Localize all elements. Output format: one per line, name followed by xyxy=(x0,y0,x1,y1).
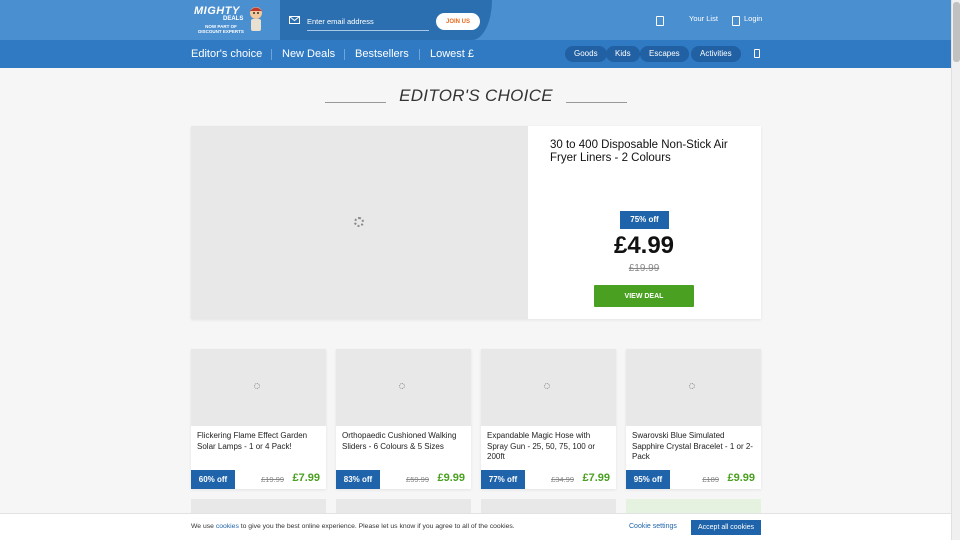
loading-spinner-icon xyxy=(354,217,364,227)
deal-price: £9.99 xyxy=(437,472,465,484)
pill-escapes[interactable]: Escapes xyxy=(640,46,689,62)
deal-price: £7.99 xyxy=(582,472,610,484)
discount-badge: 95% off xyxy=(626,470,670,489)
featured-price: £4.99 xyxy=(613,232,675,259)
nav-divider xyxy=(271,49,272,60)
deal-image[interactable] xyxy=(626,349,761,426)
deal-card[interactable]: Flickering Flame Effect Garden Solar Lam… xyxy=(191,349,326,489)
pill-activities[interactable]: Activities xyxy=(691,46,741,62)
nav-divider xyxy=(344,49,345,60)
search-icon[interactable] xyxy=(754,49,760,58)
deal-price: £9.99 xyxy=(727,472,755,484)
featured-deal[interactable]: 30 to 400 Disposable Non-Stick Air Fryer… xyxy=(191,126,761,319)
logo-tagline: NOW PART OF DISCOUNT EXPERTS xyxy=(198,24,244,34)
user-icon[interactable] xyxy=(732,16,740,26)
deal-image[interactable] xyxy=(336,349,471,426)
was-price: £19.99 xyxy=(261,475,284,484)
deal-title[interactable]: Flickering Flame Effect Garden Solar Lam… xyxy=(197,431,321,452)
deal-card[interactable]: Orthopaedic Cushioned Walking Sliders - … xyxy=(336,349,471,489)
featured-deal-image[interactable] xyxy=(191,126,528,319)
mighty-deals-logo[interactable]: MIGHTY DEALS NOW PART OF DISCOUNT EXPERT… xyxy=(194,4,266,36)
nav-editors-choice[interactable]: Editor's choice xyxy=(191,48,262,60)
deal-title[interactable]: Swarovski Blue Simulated Sapphire Crysta… xyxy=(632,431,756,463)
logo-line4: DISCOUNT EXPERTS xyxy=(198,29,244,34)
newsletter-panel: JOIN US xyxy=(280,0,492,40)
cookie-banner: We use cookies to give you the best onli… xyxy=(0,513,951,540)
loading-spinner-icon xyxy=(689,383,695,389)
pill-goods[interactable]: Goods xyxy=(565,46,607,62)
was-price: £59.99 xyxy=(406,475,429,484)
heading-rule-left xyxy=(325,102,386,103)
was-price: £189 xyxy=(702,475,719,484)
nav-bestsellers[interactable]: Bestsellers xyxy=(355,48,409,60)
page-title: EDITOR'S CHOICE xyxy=(399,86,553,105)
deal-title[interactable]: Orthopaedic Cushioned Walking Sliders - … xyxy=(342,431,466,452)
top-header: MIGHTY DEALS NOW PART OF DISCOUNT EXPERT… xyxy=(0,0,951,40)
accept-cookies-button[interactable]: Accept all cookies xyxy=(691,520,761,535)
section-heading: EDITOR'S CHOICE xyxy=(325,86,627,108)
envelope-icon xyxy=(289,16,300,24)
cookie-settings-link[interactable]: Cookie settings xyxy=(629,523,677,530)
deal-price: £7.99 xyxy=(292,472,320,484)
cookies-link[interactable]: cookies xyxy=(216,523,239,530)
scrollbar-thumb[interactable] xyxy=(953,2,960,62)
view-deal-button[interactable]: VIEW DEAL xyxy=(594,285,694,307)
cookie-text-pre: We use xyxy=(191,523,216,530)
category-nav: Editor's choice New Deals Bestsellers Lo… xyxy=(0,40,951,68)
nav-divider xyxy=(419,49,420,60)
discount-badge: 77% off xyxy=(481,470,525,489)
featured-was-price: £19.99 xyxy=(628,263,660,274)
discount-badge: 60% off xyxy=(191,470,235,489)
loading-spinner-icon xyxy=(254,383,260,389)
nav-new-deals[interactable]: New Deals xyxy=(282,48,335,60)
featured-deal-title[interactable]: 30 to 400 Disposable Non-Stick Air Fryer… xyxy=(550,139,746,165)
discount-badge: 83% off xyxy=(336,470,380,489)
deal-title[interactable]: Expandable Magic Hose with Spray Gun - 2… xyxy=(487,431,611,463)
heading-rule-right xyxy=(566,102,627,103)
page-scrollbar[interactable] xyxy=(951,0,960,540)
mascot-icon xyxy=(250,7,262,31)
loading-spinner-icon xyxy=(544,383,550,389)
deal-card[interactable]: Swarovski Blue Simulated Sapphire Crysta… xyxy=(626,349,761,489)
cookie-text-post: to give you the best online experience. … xyxy=(238,523,515,530)
discount-badge: 75% off xyxy=(620,211,669,229)
logo-line2: DEALS xyxy=(223,16,244,22)
email-input[interactable] xyxy=(307,12,429,31)
join-us-button[interactable]: JOIN US xyxy=(436,13,480,30)
loading-spinner-icon xyxy=(399,383,405,389)
pill-kids[interactable]: Kids xyxy=(606,46,640,62)
nav-lowest-price[interactable]: Lowest £ xyxy=(430,48,474,60)
heart-icon[interactable] xyxy=(656,16,664,26)
deal-image[interactable] xyxy=(191,349,326,426)
deal-card[interactable]: Expandable Magic Hose with Spray Gun - 2… xyxy=(481,349,616,489)
login-link[interactable]: Login xyxy=(744,14,762,23)
was-price: £34.99 xyxy=(551,475,574,484)
your-list-link[interactable]: Your List xyxy=(689,14,718,23)
deal-image[interactable] xyxy=(481,349,616,426)
cookie-message: We use cookies to give you the best onli… xyxy=(191,523,515,530)
